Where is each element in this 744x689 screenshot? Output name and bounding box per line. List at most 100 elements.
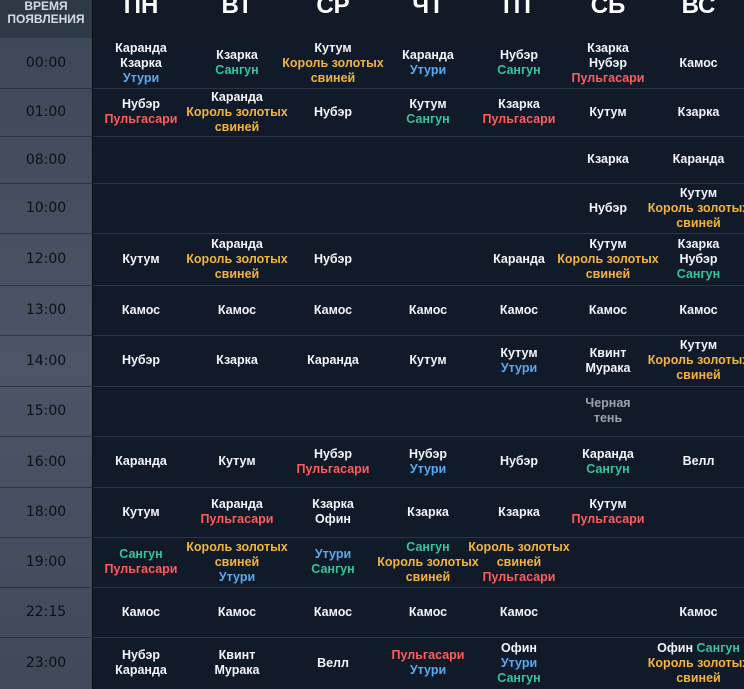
boss-name: Велл bbox=[317, 655, 349, 670]
schedule-cell: Нубэр bbox=[475, 436, 563, 487]
schedule-cell bbox=[285, 183, 381, 233]
boss-name: свиней bbox=[310, 70, 356, 85]
schedule-cell: Кзарка Нубэр Пульгасари bbox=[563, 38, 653, 88]
schedule-cell bbox=[381, 386, 475, 436]
boss-name: Король золотых bbox=[282, 55, 384, 70]
schedule-cell: Кутум bbox=[381, 335, 475, 386]
boss-name: Нубэр bbox=[499, 454, 539, 468]
boss-name: свиней bbox=[676, 670, 721, 685]
schedule-cell: Нубэр Каранда bbox=[93, 637, 189, 689]
boss-name: Кзарка bbox=[677, 104, 720, 119]
day-header-2: ВТ bbox=[189, 0, 285, 38]
boss-name: свиней bbox=[676, 368, 721, 382]
schedule-cell: Камос bbox=[93, 587, 189, 637]
boss-name: Пульгасари bbox=[104, 112, 178, 126]
time-label: 16:00 bbox=[0, 436, 92, 488]
boss-name: Король золотых bbox=[186, 104, 288, 119]
boss-name: Каранда bbox=[211, 89, 263, 104]
time-label: 23:00 bbox=[0, 637, 92, 689]
boss-name: Нубэр bbox=[121, 97, 161, 111]
schedule-cell: Кзарка bbox=[475, 487, 563, 537]
schedule-cell: Нубэр Пульгасари bbox=[285, 436, 381, 487]
schedule-cell bbox=[475, 183, 563, 233]
schedule-cell bbox=[93, 183, 189, 233]
boss-name: Кутум bbox=[409, 353, 447, 367]
schedule-cell: Кзарка Нубэр Сангун bbox=[653, 233, 744, 285]
schedule-cell: Нубэр bbox=[563, 183, 653, 233]
schedule-cell: Кутум Король золотых свиней bbox=[648, 335, 744, 386]
schedule-cell: Каранда bbox=[93, 436, 189, 487]
schedule-cell: Каранда Утури bbox=[381, 38, 475, 88]
boss-name: Нубэр bbox=[313, 251, 353, 266]
boss-name: Пульгасари bbox=[104, 562, 178, 576]
schedule-cell: Кзарка Сангун bbox=[189, 38, 285, 88]
boss-name: Сангун bbox=[497, 63, 541, 77]
schedule-cell: Камос bbox=[93, 285, 189, 335]
day-header-5: ПТ bbox=[475, 0, 563, 38]
boss-name: Нубэр bbox=[313, 446, 353, 461]
schedule-cell bbox=[285, 386, 381, 436]
time-label: 12:00 bbox=[0, 233, 92, 286]
boss-name: Черная bbox=[585, 396, 631, 410]
time-label: 10:00 bbox=[0, 183, 92, 234]
boss-name: Король золотых bbox=[468, 539, 570, 554]
boss-name: Утури bbox=[122, 70, 160, 85]
schedule-cell: Нубэр bbox=[93, 335, 189, 386]
boss-name: Кзарка bbox=[120, 55, 162, 70]
schedule-cell: Нубэр bbox=[285, 88, 381, 136]
schedule-cell: Велл bbox=[285, 637, 381, 689]
schedule-cell: Нубэр Пульгасари bbox=[93, 88, 189, 136]
time-label: 00:00 bbox=[0, 38, 92, 89]
boss-name: Кутум bbox=[122, 251, 160, 266]
boss-name: Нубэр bbox=[679, 251, 718, 266]
schedule-cell bbox=[381, 183, 475, 233]
schedule-cell: Каранда Король золотых свиней bbox=[186, 233, 288, 285]
boss-name: Камос bbox=[679, 302, 718, 317]
time-label: 01:00 bbox=[0, 88, 92, 137]
time-label: 19:00 bbox=[0, 537, 92, 588]
schedule-cell: Кзарка bbox=[563, 136, 653, 183]
boss-name: свиней bbox=[405, 569, 451, 584]
boss-name: Сангун bbox=[119, 547, 163, 561]
schedule-cell: Черная тень bbox=[563, 386, 653, 436]
schedule-cell bbox=[563, 537, 653, 587]
boss-name: Нубэр bbox=[588, 200, 628, 215]
schedule-cell: Сангун Пульгасари bbox=[93, 537, 189, 587]
schedule-cell: Офин Утури Сангун bbox=[475, 637, 563, 689]
boss-name: Камос bbox=[679, 604, 718, 619]
boss-name: Мурака bbox=[214, 663, 260, 677]
boss-name: Каранда bbox=[672, 152, 725, 166]
schedule-cell: Камос bbox=[381, 587, 475, 637]
boss-name: Пульгасари bbox=[482, 112, 556, 126]
schedule-cell: Король золотых свиней Пульгасари bbox=[468, 537, 569, 587]
boss-name: Нубэр bbox=[313, 104, 353, 119]
schedule-cell: Камос bbox=[285, 587, 381, 637]
boss-name: Камос bbox=[408, 302, 448, 317]
boss-name: Камос bbox=[408, 604, 448, 619]
boss-name: Кзарка bbox=[407, 504, 449, 519]
boss-name: Нубэр bbox=[499, 48, 539, 62]
boss-name: Утури bbox=[409, 461, 447, 476]
schedule-cell bbox=[381, 233, 475, 285]
boss-name: Пульгасари bbox=[571, 512, 645, 526]
boss-name: Король золотых bbox=[557, 251, 659, 266]
boss-name: Сангун bbox=[676, 266, 721, 281]
boss-name: Квинт bbox=[589, 345, 627, 360]
schedule-cell: Каранда Сангун bbox=[563, 436, 653, 487]
schedule-cell: Нубэр Утури bbox=[381, 436, 475, 487]
schedule-cell: Кутум bbox=[93, 487, 189, 537]
day-header-1: ПН bbox=[93, 0, 189, 38]
boss-name: Кутум bbox=[589, 236, 627, 251]
schedule-cell: Камос bbox=[381, 285, 475, 335]
time-label: 08:00 bbox=[0, 136, 92, 184]
boss-name: Каранда bbox=[493, 251, 545, 266]
boss-name: Пульгасари bbox=[200, 512, 274, 526]
boss-name: Кутум bbox=[589, 104, 627, 119]
schedule-cell bbox=[563, 587, 653, 637]
schedule-cell: Кзарка Офин bbox=[285, 487, 381, 537]
boss-name: Король золотых bbox=[186, 251, 288, 266]
boss-name: Камос bbox=[121, 604, 161, 619]
schedule-header: ВРЕМЯ ПОЯВЛЕНИЯ ПН ВТ СР ЧТ ПТ СБ ВС bbox=[0, 0, 744, 38]
boss-name: Квинт bbox=[218, 648, 256, 662]
schedule-cell: Кзарка Пульгасари bbox=[475, 88, 563, 136]
